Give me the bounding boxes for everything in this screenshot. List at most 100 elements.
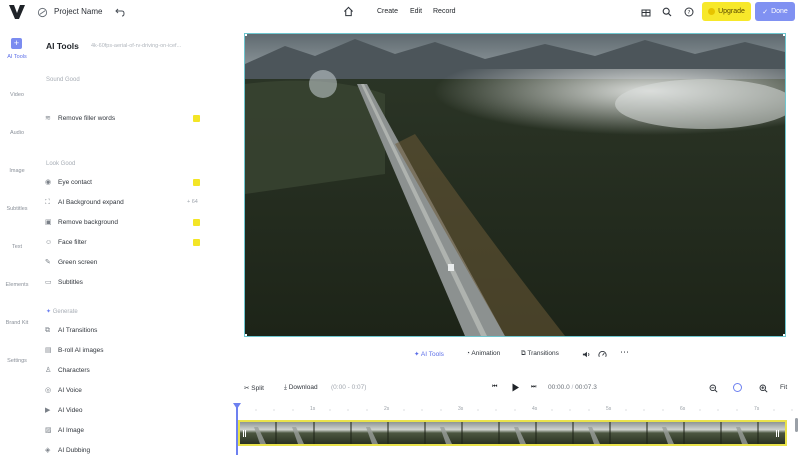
rail-ai-tools[interactable]: AI Tools bbox=[0, 54, 34, 60]
nav-create[interactable]: Create bbox=[377, 8, 398, 15]
rail-elements[interactable]: Elements bbox=[0, 282, 34, 288]
playhead[interactable] bbox=[236, 403, 238, 455]
help-icon[interactable]: ? bbox=[684, 7, 694, 17]
video-preview[interactable] bbox=[244, 33, 786, 337]
speed-icon[interactable] bbox=[598, 350, 607, 359]
resize-handle[interactable] bbox=[783, 334, 785, 336]
resize-handle[interactable] bbox=[245, 34, 247, 36]
tool-subtitles[interactable]: ▭ Subtitles bbox=[45, 278, 203, 290]
scrollbar[interactable] bbox=[795, 418, 798, 432]
undo-icon[interactable] bbox=[115, 7, 125, 17]
rail-settings[interactable]: Settings bbox=[0, 358, 34, 364]
tool-ai-background-expand[interactable]: ⛶ AI Background expand bbox=[45, 198, 203, 210]
voice-icon: ◎ bbox=[45, 387, 52, 394]
home-icon[interactable] bbox=[343, 6, 354, 17]
expand-icon: ⛶ bbox=[45, 199, 50, 206]
section-generate: ✦ Generate bbox=[46, 309, 78, 315]
ruler-label: 5s bbox=[606, 406, 612, 412]
file-name: 4k-60fps-aerial-of-rv-driving-on-icef... bbox=[91, 43, 182, 49]
download-range: (0:00 - 0:07) bbox=[331, 384, 367, 391]
ruler-label: 2s bbox=[384, 406, 390, 412]
section-look-good: Look Good bbox=[46, 161, 76, 167]
upgrade-label: Upgrade bbox=[718, 8, 745, 15]
cloud-icon bbox=[37, 7, 48, 18]
tool-remove-background[interactable]: ▣ Remove background bbox=[45, 218, 203, 230]
ruler-label: 4s bbox=[532, 406, 538, 412]
split-button[interactable]: ✂ Split bbox=[244, 384, 264, 392]
gift-icon[interactable] bbox=[641, 7, 651, 17]
trim-handle-left[interactable] bbox=[243, 430, 246, 437]
tool-ai-video[interactable]: ▶ AI Video bbox=[45, 406, 203, 418]
logo-icon[interactable] bbox=[9, 5, 25, 19]
editor-app: Project Name Create Edit Record ? Upgrad… bbox=[0, 0, 800, 455]
tab-animation[interactable]: ◔ Animation bbox=[466, 350, 500, 357]
volume-icon[interactable] bbox=[582, 350, 591, 359]
done-button[interactable]: ✓ Done bbox=[755, 2, 795, 21]
download-button[interactable]: ⤓ Download bbox=[284, 384, 318, 392]
more-icon[interactable]: ⋯ bbox=[620, 347, 629, 358]
dubbing-icon: ◈ bbox=[45, 447, 51, 454]
tool-eye-contact[interactable]: ◉ Eye contact bbox=[45, 178, 203, 190]
premium-badge bbox=[193, 239, 200, 246]
resize-handle[interactable] bbox=[783, 34, 785, 36]
transition-icon: ⧉ bbox=[45, 327, 50, 334]
current-time: 00:00.0 bbox=[548, 384, 570, 391]
crown-icon bbox=[708, 8, 716, 15]
timeline-ruler[interactable] bbox=[238, 404, 800, 416]
video-frame bbox=[245, 34, 785, 336]
tool-green-screen[interactable]: ✎ Green screen bbox=[45, 258, 203, 270]
video-icon: ▶ bbox=[45, 407, 51, 414]
tab-ai-tools[interactable]: ✦ AI Tools bbox=[414, 350, 444, 358]
rail-image[interactable]: Image bbox=[0, 168, 34, 174]
done-label: Done bbox=[771, 8, 788, 15]
top-bar: Project Name Create Edit Record ? Upgrad… bbox=[0, 0, 800, 26]
credit-count: + 64 bbox=[187, 199, 198, 205]
tab-transitions[interactable]: ⧉ Transitions bbox=[521, 350, 559, 358]
rail-audio[interactable]: Audio bbox=[0, 130, 34, 136]
total-time: 00:07.3 bbox=[575, 384, 597, 391]
tool-remove-filler-words[interactable]: ≋ Remove filler words bbox=[45, 114, 203, 126]
video-track-clip[interactable] bbox=[238, 420, 787, 446]
skip-back-icon[interactable]: ⏮ bbox=[492, 384, 497, 391]
nav-record[interactable]: Record bbox=[433, 8, 456, 15]
play-icon[interactable] bbox=[511, 383, 520, 392]
brush-icon: ✎ bbox=[45, 259, 51, 266]
zoom-out-icon[interactable] bbox=[709, 384, 718, 393]
tool-face-filter[interactable]: ☺ Face filter bbox=[45, 238, 203, 250]
image-icon: ▤ bbox=[45, 347, 52, 354]
panel-title: AI Tools bbox=[46, 41, 79, 51]
sparkle-icon: ✦ bbox=[414, 351, 421, 358]
tool-ai-image[interactable]: ▨ AI Image bbox=[45, 426, 203, 438]
tool-ai-transitions[interactable]: ⧉ AI Transitions bbox=[45, 326, 203, 338]
upgrade-button[interactable]: Upgrade bbox=[702, 2, 751, 21]
tool-characters[interactable]: ♙ Characters bbox=[45, 366, 203, 378]
rail-text[interactable]: Text bbox=[0, 244, 34, 250]
zoom-slider-knob[interactable] bbox=[733, 383, 742, 392]
search-icon[interactable] bbox=[662, 7, 672, 17]
zoom-in-icon[interactable] bbox=[759, 384, 768, 393]
tool-broll-ai-images[interactable]: ▤ B-roll AI images bbox=[45, 346, 203, 358]
check-icon: ✓ bbox=[762, 8, 769, 16]
sparkle-icon: ✦ bbox=[46, 309, 52, 315]
rail-brand-kit[interactable]: Brand Kit bbox=[0, 320, 34, 326]
fit-button[interactable]: Fit bbox=[780, 384, 787, 391]
ruler-label: 3s bbox=[458, 406, 464, 412]
subtitles-icon: ▭ bbox=[45, 279, 52, 286]
remove-bg-icon: ▣ bbox=[45, 219, 52, 226]
face-icon: ☺ bbox=[45, 239, 53, 246]
tool-ai-dubbing[interactable]: ◈ AI Dubbing bbox=[45, 446, 203, 455]
rail-subtitles[interactable]: Subtitles bbox=[0, 206, 34, 212]
waveform-icon: ≋ bbox=[45, 115, 51, 122]
trim-handle-right[interactable] bbox=[776, 430, 779, 437]
project-name[interactable]: Project Name bbox=[54, 7, 102, 16]
person-icon: ♙ bbox=[45, 367, 52, 374]
premium-badge bbox=[193, 219, 200, 226]
ai-tools-icon[interactable]: + bbox=[11, 38, 22, 49]
rail-video[interactable]: Video bbox=[0, 92, 34, 98]
resize-handle[interactable] bbox=[245, 334, 247, 336]
skip-forward-icon[interactable]: ⏭ bbox=[531, 384, 536, 391]
ruler-label: 7s bbox=[754, 406, 760, 412]
tool-ai-voice[interactable]: ◎ AI Voice bbox=[45, 386, 203, 398]
section-sound-good: Sound Good bbox=[46, 77, 80, 83]
nav-edit[interactable]: Edit bbox=[410, 8, 422, 15]
